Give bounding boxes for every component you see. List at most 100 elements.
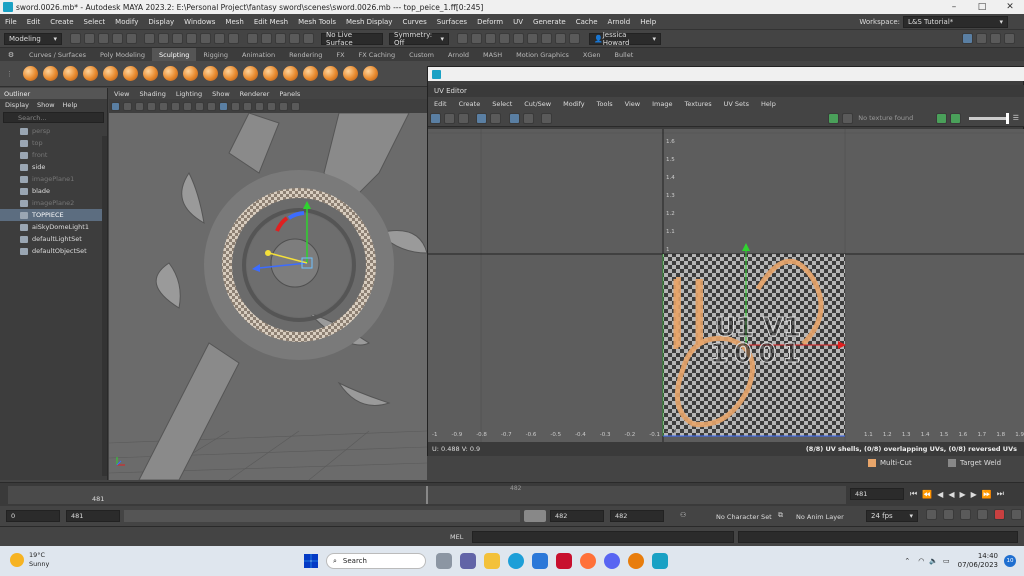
battery-icon[interactable]: ▭ xyxy=(943,557,950,565)
range-handle[interactable] xyxy=(524,510,546,522)
arnold-ipr-icon[interactable] xyxy=(554,33,566,44)
auto-key-icon[interactable] xyxy=(942,509,954,520)
sculpt-tool-icon[interactable] xyxy=(322,66,338,81)
menu-item-cache[interactable]: Cache xyxy=(571,18,603,26)
menu-item-curves[interactable]: Curves xyxy=(397,18,431,26)
sculpt-tool-icon[interactable] xyxy=(182,66,198,81)
end-time-field[interactable]: 482 xyxy=(610,510,664,522)
range-track[interactable] xyxy=(124,510,520,522)
sculpt-tool-icon[interactable] xyxy=(162,66,178,81)
outliner-item[interactable]: side xyxy=(0,161,107,173)
viewport-menu-view[interactable]: View xyxy=(109,90,134,98)
play-forward-icon[interactable]: ▶ xyxy=(959,490,965,499)
clock[interactable]: 14:40 07/06/2023 xyxy=(958,552,998,570)
target-weld-button[interactable]: Target Weld xyxy=(960,459,1001,467)
mel-input[interactable] xyxy=(472,531,734,543)
select-hierarchy-icon[interactable] xyxy=(144,33,155,44)
snap-point-icon[interactable] xyxy=(274,33,286,44)
blender-icon[interactable] xyxy=(628,553,644,569)
menu-item-mesh-display[interactable]: Mesh Display xyxy=(341,18,397,26)
uv-menu-view[interactable]: View xyxy=(619,100,646,108)
outliner-item[interactable]: front xyxy=(0,149,107,161)
firefox-icon[interactable] xyxy=(580,553,596,569)
menu-item-deform[interactable]: Deform xyxy=(472,18,508,26)
select-vertex-icon[interactable] xyxy=(186,33,197,44)
hypershade-icon[interactable] xyxy=(512,33,524,44)
notification-badge[interactable]: 10 xyxy=(1004,555,1016,567)
uv-gamma-icon[interactable] xyxy=(950,112,962,124)
weather-widget[interactable]: 19°C Sunny xyxy=(10,551,49,569)
start-time-field[interactable]: 0 xyxy=(6,510,60,522)
uv-camera-icon[interactable] xyxy=(541,112,552,124)
record-icon[interactable] xyxy=(993,509,1005,520)
menu-item-windows[interactable]: Windows xyxy=(179,18,220,26)
menu-item-select[interactable]: Select xyxy=(79,18,111,26)
uv-menu-tools[interactable]: Tools xyxy=(591,100,619,108)
select-face-icon[interactable] xyxy=(214,33,225,44)
render-view-icon[interactable] xyxy=(526,33,538,44)
viewport-menu-lighting[interactable]: Lighting xyxy=(171,90,207,98)
shadows-icon[interactable] xyxy=(242,101,252,111)
viewport-panel[interactable]: View Shading Lighting Show Renderer Panels xyxy=(109,88,427,480)
sculpt-tool-icon[interactable] xyxy=(82,66,98,81)
outliner-item[interactable]: defaultLightSet xyxy=(0,233,107,245)
sculpt-tool-icon[interactable] xyxy=(282,66,298,81)
menu-item-uv[interactable]: UV xyxy=(508,18,528,26)
fps-dropdown[interactable]: 24 fps ▾ xyxy=(866,510,918,522)
sculpt-tool-icon[interactable] xyxy=(22,66,38,81)
attribute-editor-icon[interactable] xyxy=(975,33,987,44)
shelf-tab-rigging[interactable]: Rigging xyxy=(196,48,235,61)
uv-image-display-icon[interactable] xyxy=(827,112,839,124)
render-frame-icon[interactable] xyxy=(470,33,482,44)
ipr-render-icon[interactable] xyxy=(484,33,496,44)
select-edge-icon[interactable] xyxy=(200,33,211,44)
wireframe-icon[interactable] xyxy=(194,101,204,111)
workspace-dropdown[interactable]: L&S Tutorial* ▾ xyxy=(903,15,1008,28)
uv-shell-icon[interactable] xyxy=(443,112,455,124)
outliner-item[interactable]: aiSkyDomeLight1 xyxy=(0,221,107,233)
menu-item-surfaces[interactable]: Surfaces xyxy=(432,18,472,26)
shelf-gear-icon[interactable]: ⚙ xyxy=(0,51,22,59)
timeline-playhead[interactable] xyxy=(426,486,428,504)
snap-curve-icon[interactable] xyxy=(260,33,272,44)
open-scene-icon[interactable] xyxy=(83,33,95,44)
lights-icon[interactable] xyxy=(230,101,240,111)
menu-item-file[interactable]: File xyxy=(0,18,22,26)
step-forward-icon[interactable]: ▶ xyxy=(971,490,977,499)
sculpt-tool-icon[interactable] xyxy=(142,66,158,81)
ao-icon[interactable] xyxy=(254,101,264,111)
chevron-up-icon[interactable]: ⌃ xyxy=(904,557,910,565)
playback-end-field[interactable]: 482 xyxy=(550,510,604,522)
snap-surface-icon[interactable] xyxy=(302,33,314,44)
uv-canvas[interactable]: U1 V1 1001 1.6 1.5 1.4 1.3 1.2 1.1 1 -0.1 -1 -0.… xyxy=(428,129,1024,442)
mode-dropdown[interactable]: Modeling ▾ xyxy=(4,32,62,45)
textured-icon[interactable] xyxy=(218,101,228,111)
menu-item-display[interactable]: Display xyxy=(143,18,179,26)
render-settings-icon[interactable] xyxy=(498,33,510,44)
go-to-end-icon[interactable]: ⏭ xyxy=(997,489,1004,499)
sculpt-tool-icon[interactable] xyxy=(262,66,278,81)
sculpt-tool-icon[interactable] xyxy=(102,66,118,81)
camera-attr-icon[interactable] xyxy=(122,101,132,111)
menu-item-edit[interactable]: Edit xyxy=(22,18,46,26)
mcafee-icon[interactable] xyxy=(556,553,572,569)
menu-item-mesh[interactable]: Mesh xyxy=(220,18,248,26)
uv-checker-icon[interactable] xyxy=(508,112,520,124)
minimize-icon[interactable]: – xyxy=(940,2,968,12)
uv-checker-toggle-icon[interactable] xyxy=(841,112,853,124)
play-backward-icon[interactable]: ◀ xyxy=(948,490,954,499)
outliner-search-input[interactable]: Search... xyxy=(3,112,104,123)
current-frame-field[interactable]: 481 xyxy=(850,488,904,500)
arnold-render-icon[interactable] xyxy=(540,33,552,44)
xray-icon[interactable] xyxy=(278,101,288,111)
outliner-item[interactable]: defaultObjectSet xyxy=(0,245,107,257)
close-icon[interactable]: ✕ xyxy=(996,2,1024,12)
uv-menu-help[interactable]: Help xyxy=(755,100,782,108)
windows-start-icon[interactable] xyxy=(304,554,318,568)
playback-start-field[interactable]: 481 xyxy=(66,510,120,522)
time-slider[interactable]: 481 482 481 ⏮ ⏪ ◀ ◀ ▶ ▶ ⏩ ⏭ xyxy=(0,482,1024,506)
shelf-tab-arnold[interactable]: Arnold xyxy=(441,48,476,61)
multi-cut-button[interactable]: Multi-Cut xyxy=(880,459,948,467)
isolate-icon[interactable] xyxy=(266,101,276,111)
uv-grid-icon[interactable] xyxy=(476,112,487,124)
